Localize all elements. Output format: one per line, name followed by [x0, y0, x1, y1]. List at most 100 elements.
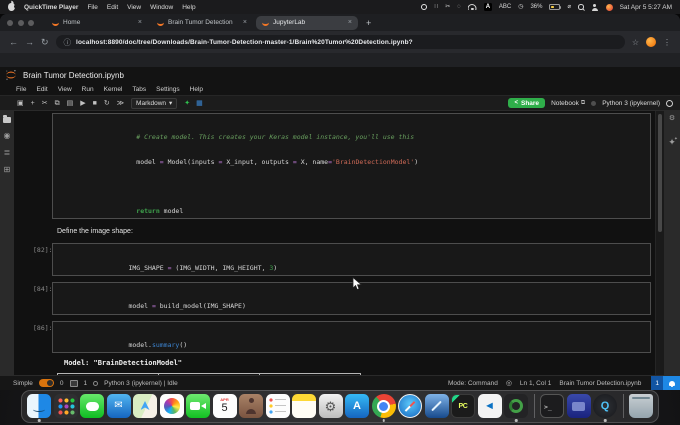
siri-icon[interactable]: [605, 3, 613, 11]
dock-anaconda-icon[interactable]: [504, 394, 528, 422]
stop-kernel-icon[interactable]: ■: [93, 100, 97, 107]
dock-screensharing-icon[interactable]: [566, 394, 591, 418]
cell-editor[interactable]: # Create model. This creates your Keras …: [52, 113, 651, 220]
code-cell[interactable]: [84]: model = build_model(IMG_SHAPE): [14, 282, 655, 315]
browser-menu-icon[interactable]: ⋮: [663, 38, 671, 47]
back-button[interactable]: ←: [9, 37, 18, 47]
close-tab-icon[interactable]: ×: [243, 19, 247, 26]
cell-editor[interactable]: IMG_SHAPE = (IMG_WIDTH, IMG_HEIGHT, 3): [52, 243, 651, 277]
cursor-position[interactable]: Ln 1, Col 1: [520, 380, 551, 387]
cell-type-dropdown[interactable]: Markdown ▾: [131, 97, 178, 109]
dock-reminders-icon[interactable]: [265, 394, 290, 418]
dock-notes-icon[interactable]: [292, 394, 316, 418]
reload-button[interactable]: ↻: [41, 37, 49, 47]
dock-safari-icon[interactable]: [398, 394, 422, 418]
dock-vscode-icon[interactable]: ◄: [477, 394, 502, 418]
property-inspector-icon[interactable]: ⚙: [669, 115, 675, 122]
browser-tab[interactable]: Home ×: [46, 16, 148, 29]
kernel-name[interactable]: Python 3 (ipykernel): [602, 100, 660, 107]
dock-contacts-icon[interactable]: [239, 394, 263, 418]
dock-settings-icon[interactable]: ⚙: [318, 394, 343, 418]
code-cell[interactable]: [82]: IMG_SHAPE = (IMG_WIDTH, IMG_HEIGHT…: [14, 243, 655, 277]
running-sessions-icon[interactable]: ◉: [4, 132, 11, 140]
profile-avatar[interactable]: [646, 37, 656, 47]
jupyterlab-menu-item[interactable]: Edit: [36, 86, 47, 93]
code-cell-partial[interactable]: # Create model. This creates your Keras …: [14, 113, 655, 220]
screen-recording-icon[interactable]: [421, 4, 428, 10]
dock-calendar-icon[interactable]: APR 5: [212, 394, 237, 418]
menubar-clock[interactable]: Sat Apr 5 5:27 AM: [620, 4, 672, 11]
dock-messages-icon[interactable]: [80, 394, 104, 418]
copy-cell-icon[interactable]: ⧉: [55, 100, 60, 107]
jupyterlab-menu-item[interactable]: Tabs: [132, 86, 146, 93]
restart-kernel-icon[interactable]: ↻: [104, 100, 110, 107]
restart-run-all-icon[interactable]: ≫: [117, 100, 124, 107]
kernel-status-icon[interactable]: [666, 99, 673, 107]
input-source-icon[interactable]: A: [483, 3, 492, 11]
cut-icon[interactable]: ✂: [445, 4, 450, 10]
user-switch-icon[interactable]: [591, 3, 599, 11]
dock-preview-icon[interactable]: [424, 394, 449, 418]
menubar-item[interactable]: View: [127, 4, 141, 11]
dock-pycharm-icon[interactable]: PC: [451, 394, 475, 418]
browser-tab[interactable]: Brain Tumor Detection ×: [151, 16, 253, 29]
close-window-button[interactable]: [7, 19, 13, 26]
scrollbar[interactable]: [655, 111, 664, 375]
dock-maps-icon[interactable]: [133, 394, 157, 418]
clock-menu-icon[interactable]: ◷: [518, 4, 523, 10]
insert-cell-icon[interactable]: +: [31, 100, 35, 107]
kernel-status-text[interactable]: Python 3 (ipykernel) | Idle: [104, 380, 178, 387]
bookmark-star-icon[interactable]: ☆: [632, 38, 639, 47]
notebook-mode-link[interactable]: Notebook ⧉: [551, 100, 585, 107]
dock-launchpad-icon[interactable]: [53, 394, 78, 418]
minimize-window-button[interactable]: [17, 19, 24, 26]
menubar-item[interactable]: Help: [182, 4, 195, 11]
apple-menu-icon[interactable]: [8, 3, 17, 11]
battery-icon[interactable]: [549, 4, 562, 10]
extension-manager-icon[interactable]: ⊞: [4, 166, 11, 174]
file-browser-icon[interactable]: [3, 115, 11, 123]
keyboard-grid-icon[interactable]: ∷: [434, 4, 438, 10]
dock-finder-icon[interactable]: [27, 394, 51, 422]
cell-editor[interactable]: model.summary(): [52, 320, 651, 354]
menubar-item[interactable]: File: [87, 4, 97, 11]
jupyterlab-menu-item[interactable]: View: [58, 86, 72, 93]
search-icon[interactable]: [578, 4, 584, 10]
wifi-icon[interactable]: [468, 4, 477, 11]
ai-assistant-icon[interactable]: ✦: [668, 137, 677, 147]
cut-cell-icon[interactable]: ✂: [42, 100, 48, 107]
forward-button[interactable]: →: [25, 37, 34, 47]
menubar-item[interactable]: Edit: [107, 4, 118, 11]
dock-chrome-icon[interactable]: [371, 394, 396, 422]
dock-terminal-icon[interactable]: >_: [540, 394, 564, 418]
input-abc-label[interactable]: ABC: [499, 4, 511, 10]
grid-extension-icon[interactable]: ▦: [196, 100, 203, 107]
dock-photos-icon[interactable]: [159, 394, 184, 418]
notification-badge[interactable]: 1: [651, 376, 680, 390]
battery-percent-label[interactable]: 36%: [530, 4, 542, 10]
dock-appstore-icon[interactable]: A: [345, 394, 369, 418]
dock-facetime-icon[interactable]: [186, 394, 210, 418]
dock-quicktime-icon[interactable]: Q: [593, 394, 617, 422]
dock-trash-icon[interactable]: [629, 394, 653, 418]
dock-separator[interactable]: [622, 394, 624, 418]
close-tab-icon[interactable]: ×: [348, 19, 352, 26]
menubar-item[interactable]: Window: [150, 4, 173, 11]
close-tab-icon[interactable]: ×: [138, 19, 142, 26]
scrollbar-thumb[interactable]: [657, 114, 662, 232]
dim-status-icon[interactable]: ◌: [457, 4, 461, 10]
table-of-contents-icon[interactable]: ≣: [4, 149, 11, 157]
jupyterlab-menu-item[interactable]: Settings: [156, 86, 180, 93]
jupyterlab-menu-item[interactable]: Run: [82, 86, 94, 93]
zoom-window-button[interactable]: [28, 19, 34, 26]
markdown-cell[interactable]: Define the image shape:: [57, 228, 651, 235]
paste-cell-icon[interactable]: ▤: [67, 100, 74, 107]
jupyterlab-menu-item[interactable]: Help: [190, 86, 203, 93]
simple-mode-toggle[interactable]: [38, 379, 54, 387]
new-tab-button[interactable]: +: [366, 18, 371, 28]
share-button[interactable]: < Share: [508, 98, 546, 108]
ai-sparkle-icon[interactable]: ✦: [184, 100, 190, 107]
jupyterlab-menu-item[interactable]: Kernel: [104, 86, 123, 93]
code-cell[interactable]: [86]: model.summary(): [14, 320, 655, 354]
dock-mail-icon[interactable]: ✉: [106, 394, 131, 418]
